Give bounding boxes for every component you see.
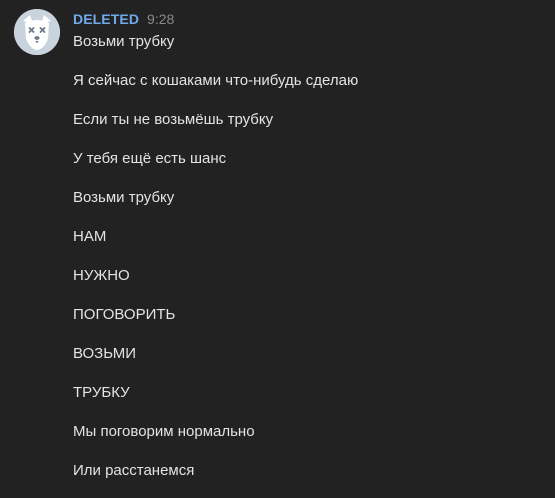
message-time: 9:28 [147,11,175,27]
message-header: DELETED 9:28 [73,11,174,29]
message-text: НУЖНО [73,267,130,284]
message-text: ВОЗЬМИ [73,345,137,362]
message-text: Мы поговорим нормально [73,423,255,440]
message-text: Я сейчас с кошаками что-нибудь сделаю [73,72,359,89]
author-name[interactable]: DELETED [73,11,139,27]
message-text: У тебя ещё есть шанс [73,150,227,167]
avatar[interactable] [14,9,60,55]
message-text: ТРУБКУ [73,384,130,401]
chat-window: DELETED 9:28 Возьми трубку Я сейчас с ко… [0,0,555,498]
message-text: ПОГОВОРИТЬ [73,306,176,323]
message-text: Возьми трубку [73,189,175,206]
message-text: Возьми трубку [73,33,175,50]
message-text: НАМ [73,228,107,245]
message-text: Если ты не возьмёшь трубку [73,111,274,128]
deleted-user-dog-icon [14,9,60,55]
message-text: Или расстанемся [73,462,195,479]
message-list: Возьми трубку Я сейчас с кошаками что-ни… [73,33,358,498]
